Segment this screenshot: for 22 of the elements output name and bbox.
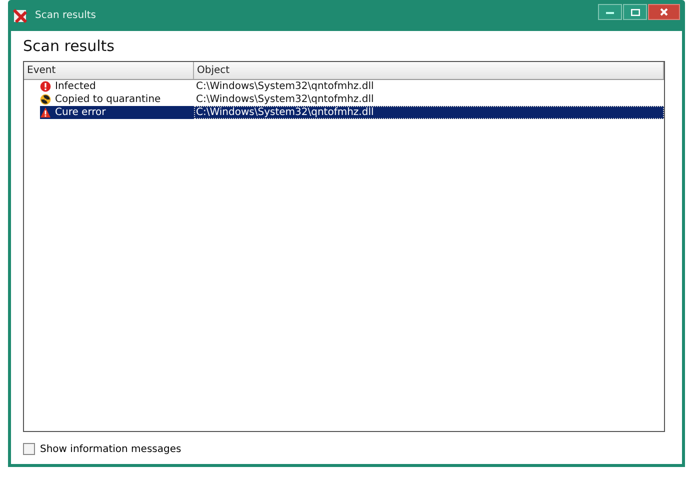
maximize-button[interactable] — [623, 4, 647, 20]
object-cell[interactable]: C:\Windows\System32\qntofmhz.dll — [194, 93, 664, 106]
warning-icon — [40, 107, 51, 118]
minimize-icon — [606, 10, 614, 14]
event-cell[interactable]: Infected — [24, 80, 194, 93]
event-cell[interactable]: Copied to quarantine — [24, 93, 194, 106]
maximize-icon — [630, 8, 640, 16]
event-cell[interactable]: Cure error — [40, 106, 194, 119]
column-header[interactable]: Object — [194, 62, 664, 79]
column-header[interactable]: Event — [24, 62, 194, 79]
checkbox-label: Show information messages — [40, 444, 182, 454]
error-icon — [40, 81, 51, 92]
radiation-icon — [40, 94, 51, 105]
page-heading: Scan results — [23, 37, 116, 55]
object-cell[interactable]: C:\Windows\System32\qntofmhz.dll — [194, 106, 664, 119]
window-title: Scan results — [35, 10, 96, 21]
close-button[interactable] — [648, 4, 680, 20]
close-icon — [660, 8, 668, 16]
app-icon — [13, 8, 27, 22]
checkbox[interactable] — [23, 443, 35, 455]
object-cell[interactable]: C:\Windows\System32\qntofmhz.dll — [194, 80, 664, 93]
minimize-button[interactable] — [598, 4, 622, 20]
